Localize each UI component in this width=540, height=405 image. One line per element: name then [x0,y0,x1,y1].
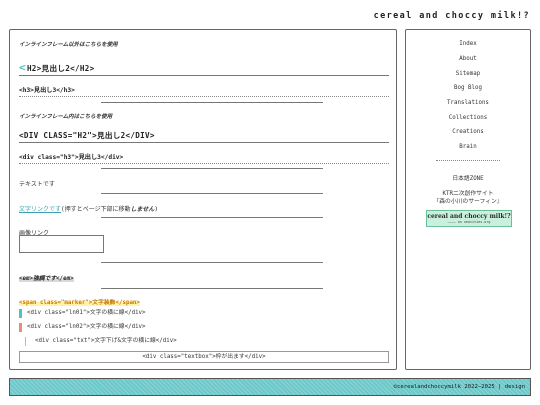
ktr-site-name[interactable]: 『森の小川のサーフィン』 [406,196,530,205]
footer: ©cerealandchoccymilk 2022–2025 | design [9,378,531,396]
link-note: (押すとページ下部に移動 [61,206,131,213]
em-sample: <em>強調です</em> [19,273,74,282]
textbox-sample: <div class="textbox">枠が出ます</div> [19,351,389,363]
image-link-box[interactable] [19,235,104,253]
divider [101,262,323,263]
divider [101,102,323,103]
sidebar-item-japanese-zone[interactable]: 日本語ZONE [406,173,530,182]
sidebar-item-translations[interactable]: Translations [406,100,530,106]
divider [101,288,323,289]
sidebar: Index About Sitemap Bog Blog Translation… [405,29,531,370]
text-link[interactable]: 文字リンクです [19,206,61,213]
ln01-sample: <div class="ln01">文字の横に線</div> [19,309,146,318]
main-content: インラインフレーム以外はこちらを使用 <H2>見出し2</H2> <h3>見出し… [9,29,397,370]
marker-sample: <span class="marker">文字装飾</span> [19,297,140,306]
sidebar-item-brain[interactable]: Brain [406,144,530,150]
banner-subtitle: ———— on neocities.org [447,220,491,224]
sidebar-item-about[interactable]: About [406,56,530,62]
note-inside-iframe: インラインフレーム内はこちらを使用 [19,114,113,120]
note-outside-iframe: インラインフレーム以外はこちらを使用 [19,42,118,48]
h2-sample-text: H2>見出し2</H2> [26,64,95,73]
text-sample: テキストです [19,181,55,188]
sidebar-item-sitemap[interactable]: Sitemap [406,71,530,77]
divider [101,168,323,169]
ln02-sample: <div class="ln02">文字の横に線</div> [19,323,146,332]
site-banner[interactable]: cereal and choccy milk!? ———— on neociti… [426,210,512,227]
heading-div-h2-sample: <DIV CLASS="H2">見出し2</DIV> [19,130,389,143]
sidebar-item-bog-blog[interactable]: Bog Blog [406,85,530,91]
sidebar-item-index[interactable]: Index [406,41,530,47]
heading-h2-sample: <H2>見出し2</H2> [19,61,389,76]
heading-h3-sample: <h3>見出し3</h3> [19,85,389,97]
divider [101,217,323,218]
sidebar-item-collections[interactable]: Collections [406,115,530,121]
link-sample-line: 文字リンクです(押すとページ下部に移動しません) [19,204,158,213]
link-note-strong: しません [130,206,155,213]
banner-title: cereal and choccy milk!? [427,213,511,220]
sidebar-divider [436,160,500,161]
footer-copyright: ©cerealandchoccymilk 2022–2025 | design [393,384,525,390]
h2-mark: < [19,61,26,74]
divider [101,193,323,194]
sidebar-item-creations[interactable]: Creations [406,129,530,135]
txt-sample: <div class="txt">文字下げ&文字の横に線</div> [25,337,177,346]
heading-div-h3-sample: <div class="h3">見出し3</div> [19,152,389,164]
link-note-close: ) [154,206,158,213]
site-title[interactable]: cereal and choccy milk!? [374,11,530,21]
